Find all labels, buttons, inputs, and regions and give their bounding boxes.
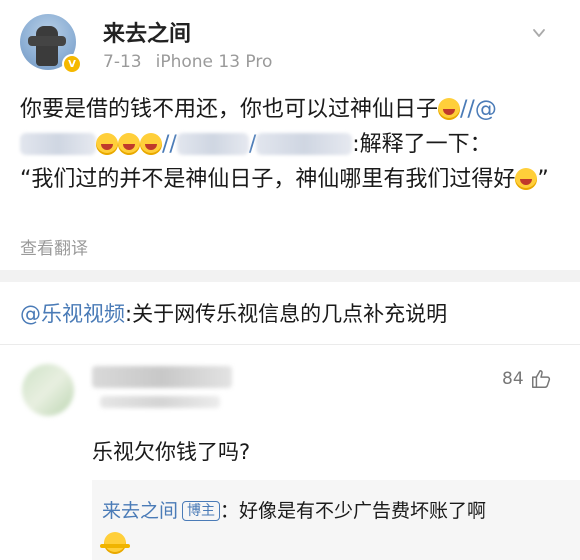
post-text-part4: ” (537, 167, 549, 192)
shrug-emoji-icon (100, 532, 130, 554)
author-name[interactable]: 来去之间 (103, 16, 191, 48)
comment-text: 乐视欠你钱了吗? (92, 440, 251, 464)
chevron-down-icon[interactable] (532, 26, 546, 40)
post-text-part2: :解释了一下： (352, 132, 492, 157)
laugh-cry-emoji-icon (140, 133, 162, 155)
commenter-name-redacted (92, 366, 232, 388)
like-count: 84 (502, 369, 524, 389)
linked-article[interactable]: @乐视视频:关于网传乐视信息的几点补充说明 (20, 298, 447, 328)
author-badge: 博主 (182, 501, 221, 521)
comment-like-button[interactable]: 84 (502, 368, 552, 390)
linked-article-mention[interactable]: @乐视视频 (20, 302, 125, 326)
comment-divider (0, 344, 580, 345)
redacted-mention (20, 133, 96, 155)
reply-author[interactable]: 来去之间 (102, 500, 178, 522)
reply-box[interactable]: 来去之间 博主 ：好像是有不少广告费坏账了啊 (92, 480, 580, 560)
reply-line: 来去之间 博主 ：好像是有不少广告费坏账了啊 (102, 496, 486, 523)
commenter-avatar[interactable] (22, 364, 74, 416)
avatar-figure (28, 26, 66, 66)
commenter-meta-redacted (100, 396, 220, 408)
translate-link[interactable]: 查看翻译 (20, 234, 88, 259)
laugh-cry-emoji-icon (96, 133, 118, 155)
thumbs-up-icon (531, 370, 550, 388)
mention-separator[interactable]: //@ (460, 97, 497, 122)
redacted-mention (256, 133, 353, 155)
linked-article-title: :关于网传乐视信息的几点补充说明 (125, 302, 448, 326)
post-date: 7-13 (103, 52, 142, 72)
redacted-mention (176, 133, 249, 155)
post-text-part1: 你要是借的钱不用还，你也可以过神仙日子 (20, 97, 439, 122)
section-divider (0, 270, 580, 282)
post-content: 你要是借的钱不用还，你也可以过神仙日子//@ ///:解释了一下： “我们过的并… (20, 92, 568, 197)
laugh-cry-emoji-icon (515, 168, 538, 190)
post-meta: 7-13 iPhone 13 Pro (103, 52, 272, 72)
verified-badge-icon: V (62, 54, 82, 74)
reply-text: ：好像是有不少广告费坏账了啊 (220, 500, 487, 522)
laugh-cry-emoji-icon (118, 133, 140, 155)
post-device: iPhone 13 Pro (155, 52, 273, 72)
mention-separator: / (248, 132, 257, 157)
laugh-cry-emoji-icon (438, 98, 461, 120)
post-text-part3: “我们过的并不是神仙日子，神仙哪里有我们过得好 (20, 167, 516, 192)
mention-separator: // (162, 132, 177, 157)
